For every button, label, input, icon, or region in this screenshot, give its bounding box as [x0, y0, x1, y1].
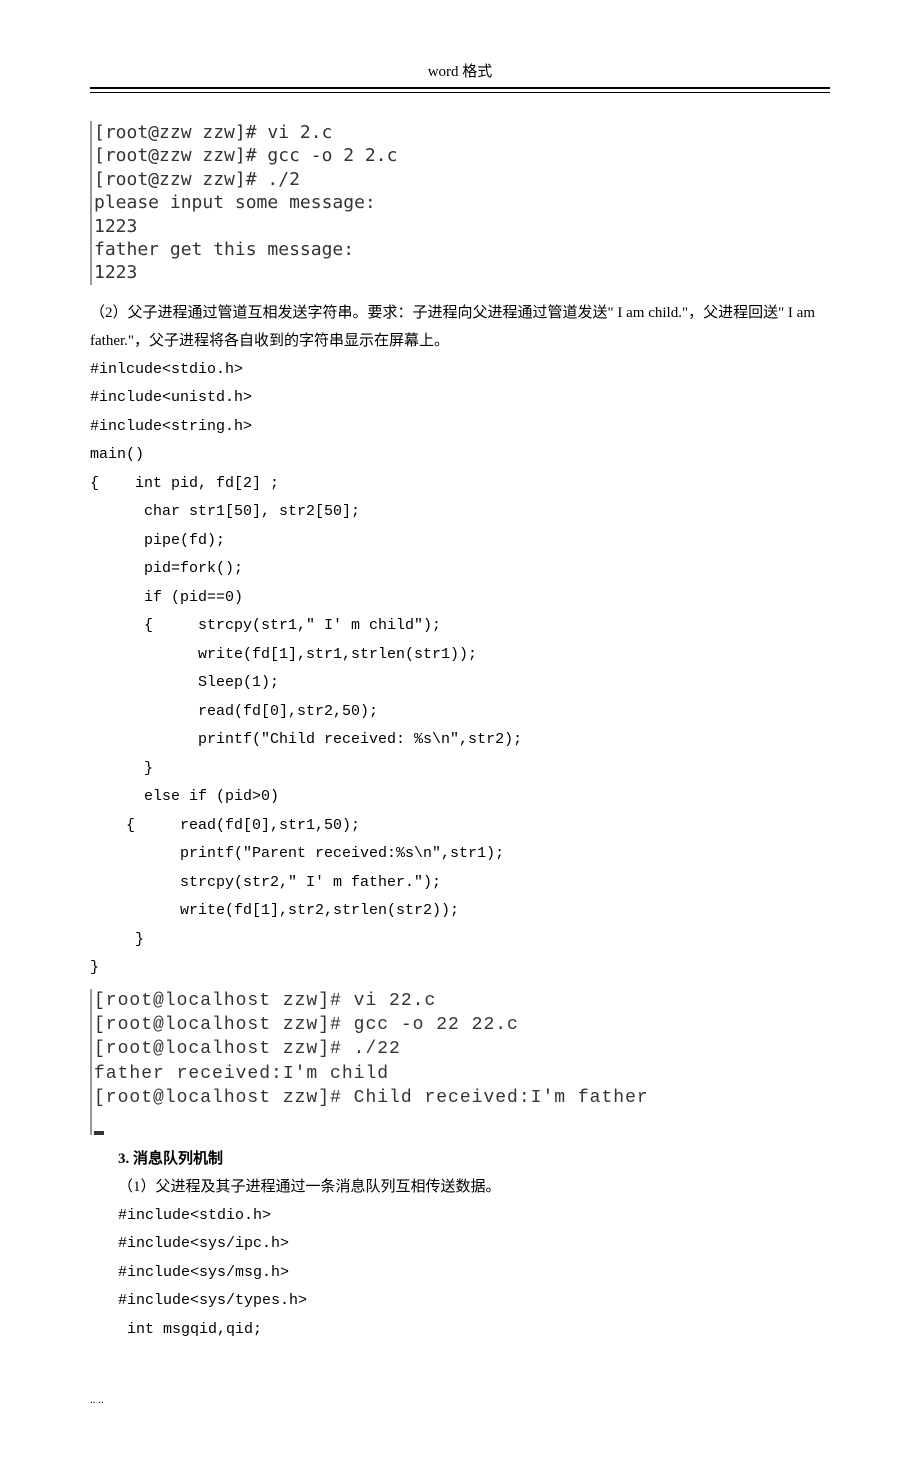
- code-line: #include<sys/types.h>: [118, 1287, 830, 1316]
- terminal-line: [root@zzw zzw]# vi 2.c: [94, 121, 830, 144]
- exercise-2-description: （2）父子进程通过管道互相发送字符串。要求：子进程向父进程通过管道发送" I a…: [90, 299, 830, 356]
- terminal-line: [root@zzw zzw]# gcc -o 2 2.c: [94, 144, 830, 167]
- code-line: #include<unistd.h>: [90, 384, 830, 413]
- terminal-line: [root@localhost zzw]# gcc -o 22 22.c: [94, 1013, 830, 1037]
- code-line: write(fd[1],str1,strlen(str1));: [90, 641, 830, 670]
- code-line: #include<sys/ipc.h>: [118, 1230, 830, 1259]
- terminal-line: father get this message:: [94, 238, 830, 261]
- terminal-cursor: [94, 1110, 830, 1134]
- header-rule: [90, 87, 830, 93]
- terminal-line: [root@localhost zzw]# ./22: [94, 1037, 830, 1061]
- code-line: #include<stdio.h>: [118, 1202, 830, 1231]
- code-line: #include<sys/msg.h>: [118, 1259, 830, 1288]
- code-line: pid=fork();: [90, 555, 830, 584]
- page-header-title: word 格式: [90, 60, 830, 81]
- code-line: else if (pid>0): [90, 783, 830, 812]
- code-line: { int pid, fd[2] ;: [90, 470, 830, 499]
- code-block-1: #inlcude<stdio.h> #include<unistd.h> #in…: [90, 356, 830, 983]
- code-line: { strcpy(str1," I' m child");: [90, 612, 830, 641]
- code-line: #inlcude<stdio.h>: [90, 356, 830, 385]
- code-line: pipe(fd);: [90, 527, 830, 556]
- code-line: read(fd[0],str2,50);: [90, 698, 830, 727]
- code-line: if (pid==0): [90, 584, 830, 613]
- code-line: Sleep(1);: [90, 669, 830, 698]
- code-block-2: #include<stdio.h> #include<sys/ipc.h> #i…: [90, 1202, 830, 1345]
- terminal-line: 1223: [94, 261, 830, 284]
- code-line: char str1[50], str2[50];: [90, 498, 830, 527]
- terminal-output-2: [root@localhost zzw]# vi 22.c [root@loca…: [90, 989, 830, 1135]
- code-line: #include<string.h>: [90, 413, 830, 442]
- terminal-line: please input some message:: [94, 191, 830, 214]
- code-line: }: [90, 954, 830, 983]
- code-line: { read(fd[0],str1,50);: [90, 812, 830, 841]
- section-number: 3.: [118, 1151, 129, 1167]
- footer-marker: .. ..: [90, 1394, 830, 1406]
- code-line: }: [90, 926, 830, 955]
- code-line: write(fd[1],str2,strlen(str2));: [90, 897, 830, 926]
- terminal-line: [root@zzw zzw]# ./2: [94, 168, 830, 191]
- code-line: }: [90, 755, 830, 784]
- code-line: strcpy(str2," I' m father.");: [90, 869, 830, 898]
- code-line: main(): [90, 441, 830, 470]
- terminal-line: [root@localhost zzw]# Child received:I'm…: [94, 1086, 830, 1110]
- section-label: 消息队列机制: [129, 1151, 223, 1167]
- terminal-line: father received:I'm child: [94, 1062, 830, 1086]
- code-line: printf("Child received: %s\n",str2);: [90, 726, 830, 755]
- terminal-output-1: [root@zzw zzw]# vi 2.c [root@zzw zzw]# g…: [90, 121, 830, 285]
- terminal-line: 1223: [94, 215, 830, 238]
- section-3-item-1: （1）父进程及其子进程通过一条消息队列互相传送数据。: [90, 1173, 830, 1202]
- code-line: int msgqid,qid;: [118, 1316, 830, 1345]
- document-page: word 格式 [root@zzw zzw]# vi 2.c [root@zzw…: [0, 0, 920, 1466]
- code-line: printf("Parent received:%s\n",str1);: [90, 840, 830, 869]
- terminal-line: [root@localhost zzw]# vi 22.c: [94, 989, 830, 1013]
- section-3-heading: 3. 消息队列机制: [90, 1145, 830, 1174]
